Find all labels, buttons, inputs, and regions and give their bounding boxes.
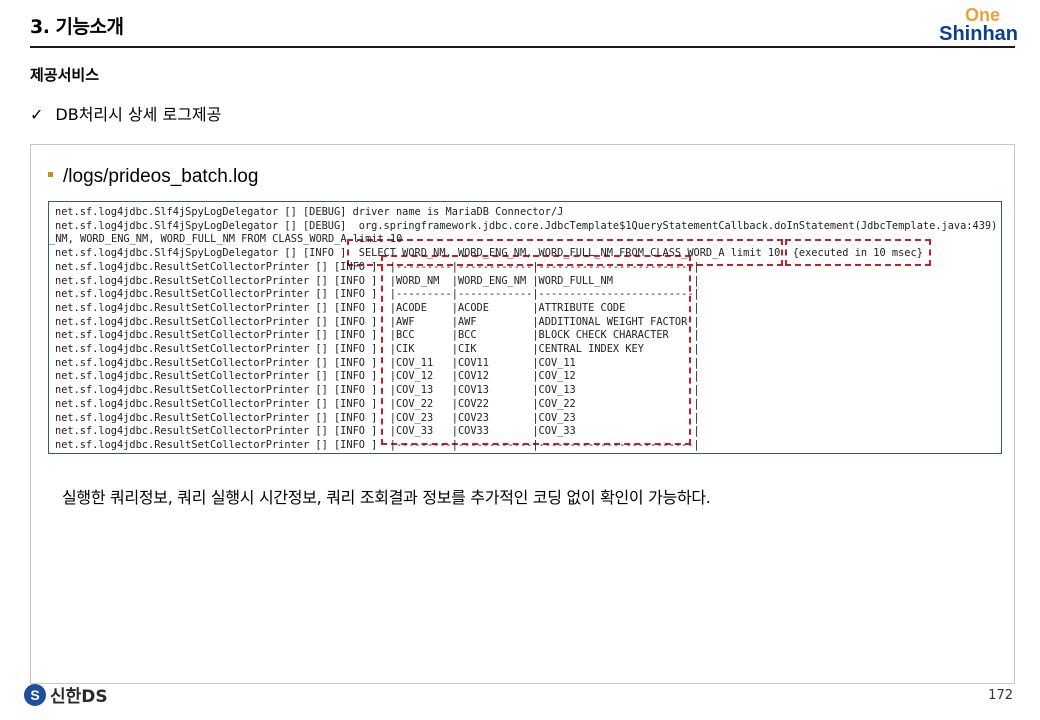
feature-bullet: ✓ DB처리시 상세 로그제공 (30, 101, 221, 125)
log-line: net.sf.log4jdbc.Slf4jSpyLogDelegator [] … (55, 219, 998, 232)
check-icon: ✓ (30, 105, 44, 124)
log-line: net.sf.log4jdbc.ResultSetCollectorPrinte… (55, 438, 700, 451)
log-line: _NM, WORD_ENG_NM, WORD_FULL_NM FROM CLAS… (49, 233, 403, 246)
log-line: net.sf.log4jdbc.ResultSetCollectorPrinte… (55, 315, 700, 328)
log-line: net.sf.log4jdbc.ResultSetCollectorPrinte… (55, 288, 700, 301)
log-file-path-text: /logs/prideos_batch.log (63, 166, 259, 187)
description-text: 실행한 쿼리정보, 쿼리 실행시 시간정보, 쿼리 조회결과 정보를 추가적인 … (62, 488, 711, 507)
page-number: 172 (988, 688, 1013, 703)
log-line: net.sf.log4jdbc.ResultSetCollectorPrinte… (55, 411, 700, 424)
log-line: net.sf.log4jdbc.Slf4jSpyLogDelegator [] … (55, 206, 564, 218)
log-line: net.sf.log4jdbc.ResultSetCollectorPrinte… (55, 397, 700, 410)
page-title: 3. 기능소개 (30, 16, 124, 38)
shinhan-logo: One Shinhan (936, 6, 1018, 44)
shinhan-ds-logo-text: 신한DS (50, 687, 108, 707)
log-line: net.sf.log4jdbc.ResultSetCollectorPrinte… (55, 274, 700, 287)
log-line: net.sf.log4jdbc.ResultSetCollectorPrinte… (55, 356, 700, 369)
log-line: net.sf.log4jdbc.Slf4jSpyLogDelegator [] … (55, 247, 923, 260)
logo-one-text: One (964, 5, 1000, 25)
shinhan-ds-mark-icon: S (24, 683, 46, 706)
log-line: net.sf.log4jdbc.ResultSetCollectorPrinte… (55, 384, 700, 397)
log-file-path: /logs/prideos_batch.log (48, 166, 258, 188)
log-line: net.sf.log4jdbc.ResultSetCollectorPrinte… (55, 301, 700, 314)
square-bullet-icon (48, 172, 53, 178)
logo-shinhan-text: Shinhan (939, 23, 1018, 45)
log-line: net.sf.log4jdbc.ResultSetCollectorPrinte… (55, 343, 700, 355)
log-line: net.sf.log4jdbc.ResultSetCollectorPrinte… (55, 370, 700, 383)
feature-bullet-text: DB처리시 상세 로그제공 (55, 105, 222, 124)
shinhan-ds-logo: S 신한DS (24, 682, 108, 707)
title-divider (30, 46, 1015, 48)
log-screenshot: net.sf.log4jdbc.Slf4jSpyLogDelegator [] … (48, 201, 1002, 454)
section-title: 제공서비스 (30, 66, 100, 84)
log-line: net.sf.log4jdbc.ResultSetCollectorPrinte… (55, 260, 700, 273)
log-line: net.sf.log4jdbc.ResultSetCollectorPrinte… (55, 329, 700, 342)
log-line: net.sf.log4jdbc.ResultSetCollectorPrinte… (55, 425, 700, 438)
